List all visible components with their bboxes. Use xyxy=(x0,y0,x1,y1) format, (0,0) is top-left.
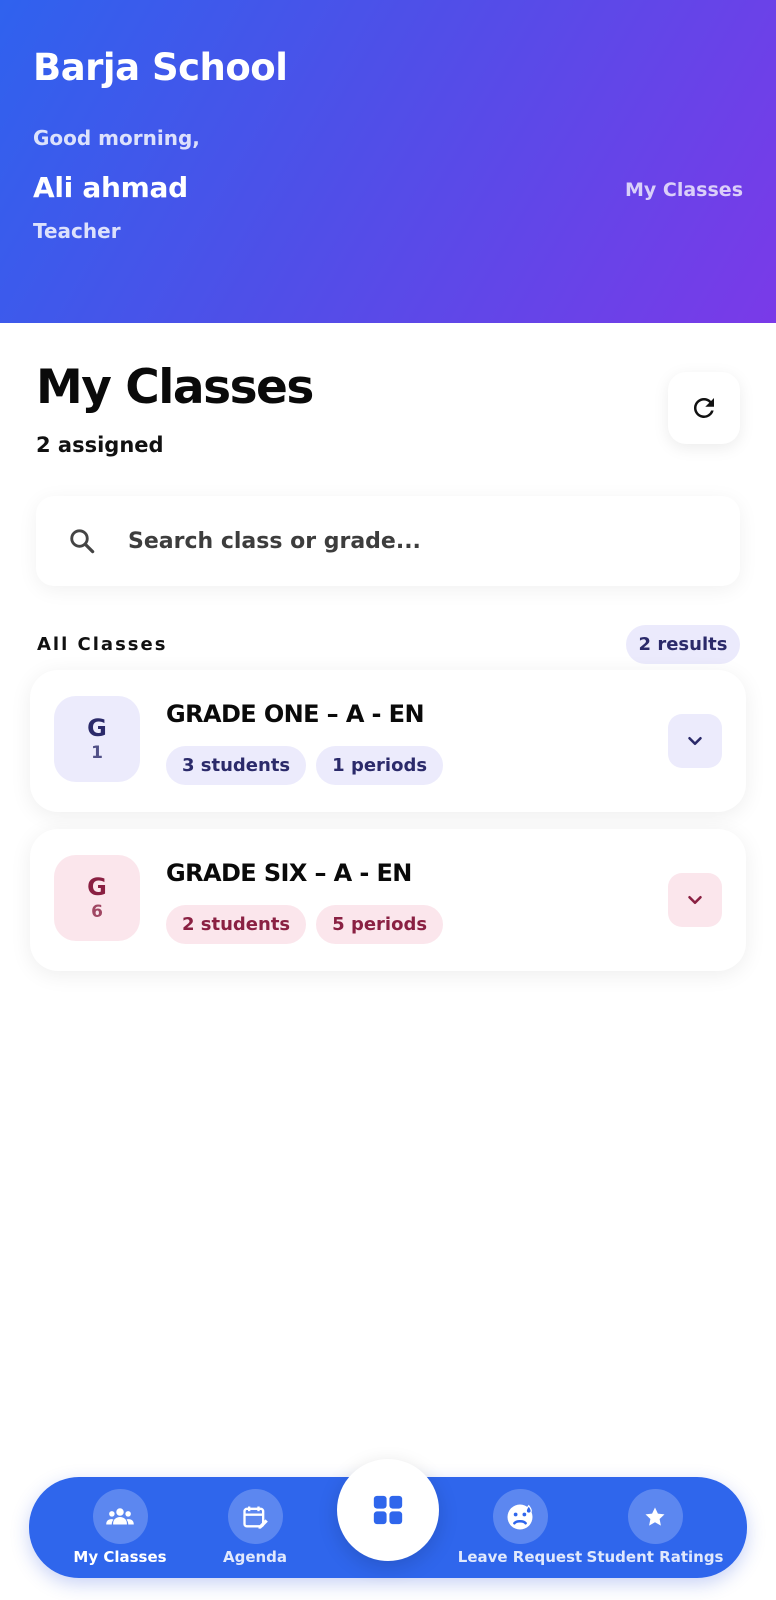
class-chips: 2 students 5 periods xyxy=(166,905,444,944)
dashboard-fab-button[interactable] xyxy=(337,1459,439,1561)
search-icon xyxy=(62,521,102,561)
assigned-count: 2 assigned xyxy=(36,433,164,457)
class-card[interactable]: G 6 GRADE SIX – A - EN 2 students 5 peri… xyxy=(30,829,746,971)
user-role: Teacher xyxy=(33,219,121,243)
user-name: Ali ahmad xyxy=(33,171,188,204)
class-card[interactable]: G 1 GRADE ONE – A - EN 3 students 1 peri… xyxy=(30,670,746,812)
students-chip: 2 students xyxy=(166,905,307,944)
section-label: All Classes xyxy=(37,634,168,655)
class-avatar: G 1 xyxy=(54,696,140,782)
nav-item-student-ratings[interactable]: Student Ratings xyxy=(587,1489,723,1566)
nav-item-my-classes[interactable]: My Classes xyxy=(56,1489,184,1566)
chevron-down-icon xyxy=(688,895,702,905)
app-header: Barja School Good morning, Ali ahmad Tea… xyxy=(0,0,776,323)
results-badge: 2 results xyxy=(626,625,740,664)
nav-label: Leave Request xyxy=(457,1548,583,1566)
people-icon xyxy=(92,1489,148,1544)
refresh-icon xyxy=(693,397,714,418)
school-name: Barja School xyxy=(33,46,288,89)
grid-dashboard-icon xyxy=(373,1495,403,1525)
class-name: GRADE SIX – A - EN xyxy=(166,859,412,887)
nav-item-leave-request[interactable]: Leave Request xyxy=(456,1489,584,1566)
nav-label: Student Ratings xyxy=(586,1548,724,1566)
class-avatar-letter: G xyxy=(87,714,107,742)
periods-chip: 1 periods xyxy=(316,746,444,785)
class-avatar: G 6 xyxy=(54,855,140,941)
chevron-down-icon xyxy=(688,736,702,746)
students-chip: 3 students xyxy=(166,746,307,785)
refresh-button[interactable] xyxy=(668,372,740,444)
class-avatar-letter: G xyxy=(87,873,107,901)
expand-button[interactable] xyxy=(668,873,722,927)
class-avatar-number: 6 xyxy=(91,902,103,922)
page-title: My Classes xyxy=(36,360,314,415)
nav-label: Agenda xyxy=(222,1548,288,1566)
header-current-page-link[interactable]: My Classes xyxy=(625,179,743,201)
class-name: GRADE ONE – A - EN xyxy=(166,700,425,728)
greeting-text: Good morning, xyxy=(33,126,200,150)
calendar-edit-icon xyxy=(227,1489,283,1544)
nav-label: My Classes xyxy=(73,1548,167,1566)
class-chips: 3 students 1 periods xyxy=(166,746,444,785)
nav-item-agenda[interactable]: Agenda xyxy=(191,1489,319,1566)
periods-chip: 5 periods xyxy=(316,905,444,944)
class-avatar-number: 1 xyxy=(91,743,103,763)
search-input[interactable] xyxy=(128,518,708,564)
sick-face-icon xyxy=(492,1489,548,1544)
search-box xyxy=(36,496,740,586)
expand-button[interactable] xyxy=(668,714,722,768)
star-icon xyxy=(627,1489,683,1544)
